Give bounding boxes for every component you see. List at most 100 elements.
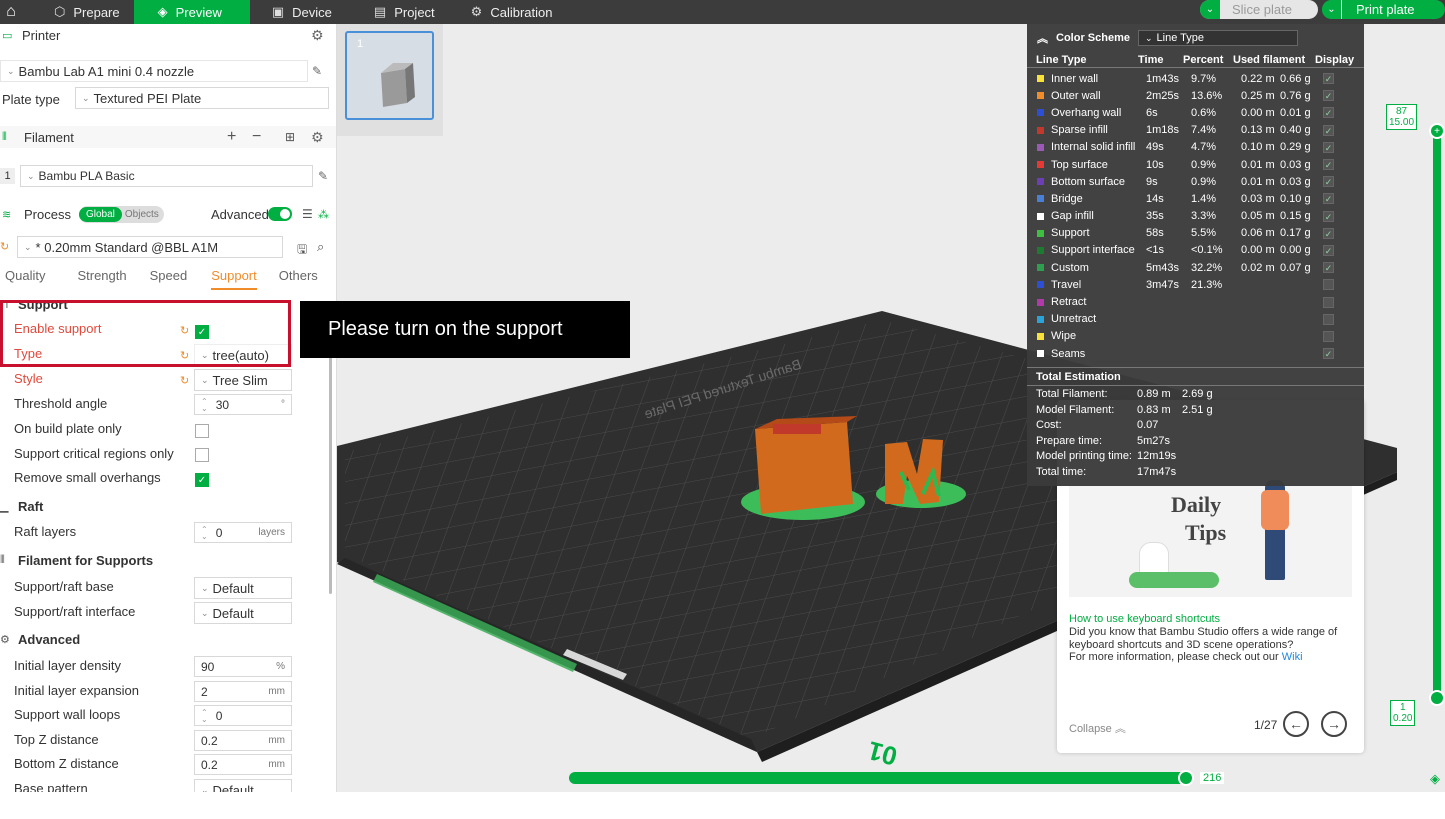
advanced-toggle[interactable] (268, 207, 292, 221)
display-checkbox[interactable]: ✓ (1323, 141, 1334, 153)
enable-support-checkbox[interactable]: ✓ (195, 325, 209, 339)
support-type-select[interactable]: ⌄ tree(auto) (194, 344, 292, 366)
vertical-slider-bottom-thumb[interactable] (1429, 690, 1445, 706)
display-checkbox[interactable]: ✓ (1323, 176, 1334, 188)
display-checkbox[interactable]: ✓ (1323, 262, 1334, 274)
tab-calibration[interactable]: ⚙ Calibration (457, 0, 567, 24)
raft-interface-select[interactable]: ⌄ Default (194, 602, 292, 624)
tab-prepare[interactable]: ⬡ Prepare (40, 0, 134, 24)
display-checkbox[interactable]: ✓ (1323, 107, 1334, 119)
build-plate-only-checkbox[interactable] (195, 424, 209, 438)
print-plate-button[interactable]: ⌄ Print plate (1322, 0, 1445, 19)
raft-base-select[interactable]: ⌄ Default (194, 577, 292, 599)
critical-regions-checkbox[interactable] (195, 448, 209, 462)
support-wall-loops-input[interactable]: ⌃ ⌄ 0 (194, 705, 292, 726)
process-preset-select[interactable]: ⌄ * 0.20mm Standard @BBL A1M (17, 236, 283, 258)
reset-icon[interactable]: ↻ (180, 374, 189, 387)
edit-icon[interactable]: ✎ (312, 64, 322, 78)
collapse-icon[interactable]: ︽ (1037, 30, 1048, 46)
tab-device[interactable]: ▣ Device (258, 0, 346, 24)
tab-speed[interactable]: Speed (150, 268, 188, 290)
display-checkbox[interactable]: ✓ (1323, 73, 1334, 85)
home-icon[interactable]: ⌂ (0, 0, 22, 24)
add-icon[interactable]: + (227, 128, 236, 146)
raft-layers-input[interactable]: ⌃ ⌄ 0 layers (194, 522, 292, 543)
reset-icon[interactable]: ↻ (0, 240, 9, 253)
settings-gear-icon[interactable]: ⚙ (311, 27, 324, 44)
raft-layers-row: Raft layers (14, 524, 77, 539)
display-checkbox[interactable]: ✓ (1323, 244, 1334, 256)
reset-icon[interactable]: ↻ (180, 324, 189, 337)
panel-scrollbar[interactable] (329, 354, 332, 594)
objects-toggle[interactable]: Objects (125, 209, 159, 220)
color-swatch (1037, 298, 1044, 306)
bottom-z-distance-input[interactable]: 0.2 mm (194, 754, 292, 775)
top-z-distance-input[interactable]: 0.2 mm (194, 730, 292, 751)
base-pattern-select[interactable]: ⌄ Default (194, 779, 292, 792)
edit-icon[interactable]: ✎ (318, 169, 328, 183)
layers-icon[interactable]: ◈ (1430, 771, 1440, 787)
tab-preview[interactable]: ◈ Preview (133, 0, 250, 24)
stepper-icon[interactable]: ⌃ ⌄ (201, 397, 208, 412)
prev-tip-button[interactable]: ← (1283, 711, 1309, 737)
global-toggle[interactable]: Global (79, 206, 122, 222)
legend-row: Sparse infill 1m18s 7.4% 0.13 m 0.40 g ✓ (1027, 122, 1364, 139)
tab-support[interactable]: Support (211, 268, 257, 290)
display-checkbox[interactable] (1323, 313, 1334, 325)
filament-select[interactable]: ⌄ Bambu PLA Basic (20, 165, 313, 187)
printer-select[interactable]: ⌄ Bambu Lab A1 mini 0.4 nozzle (0, 60, 308, 82)
slice-plate-button[interactable]: ⌄ Slice plate (1200, 0, 1318, 19)
initial-layer-density-input[interactable]: 90% (194, 656, 292, 677)
list-icon[interactable]: ☰ (302, 207, 313, 221)
collapse-button[interactable]: Collapse ︽ (1069, 720, 1126, 736)
tab-project[interactable]: ▤ Project (360, 0, 449, 24)
plate-type-select[interactable]: ⌄ Textured PEI Plate (75, 87, 329, 109)
tab-strength[interactable]: Strength (77, 268, 126, 290)
support-style-select[interactable]: ⌄ Tree Slim (194, 369, 292, 391)
line-type-time: 58s (1146, 227, 1164, 240)
estimation-value: 0.83 m (1137, 403, 1171, 416)
reset-icon[interactable]: ↻ (180, 349, 189, 362)
tip-title-link[interactable]: How to use keyboard shortcuts (1069, 613, 1220, 625)
support-style-row: Style (14, 371, 43, 386)
compare-icon[interactable]: ⁂ (318, 208, 329, 221)
tab-quality[interactable]: Quality (5, 268, 45, 290)
next-tip-button[interactable]: → (1321, 711, 1347, 737)
initial-layer-expansion-input[interactable]: 2 mm (194, 681, 292, 702)
display-checkbox[interactable]: ✓ (1323, 90, 1334, 102)
vertical-slider-top-thumb[interactable]: + (1429, 123, 1445, 139)
vertical-layer-slider[interactable] (1433, 130, 1441, 698)
cube-icon: ⬡ (54, 4, 66, 19)
line-type-name: Unretract (1051, 313, 1097, 326)
wiki-link[interactable]: Wiki (1282, 651, 1303, 663)
chevron-down-icon[interactable]: ⌄ (1200, 0, 1220, 19)
horizontal-slider-thumb[interactable] (1178, 770, 1194, 786)
display-checkbox[interactable] (1323, 296, 1334, 308)
horizontal-layer-slider[interactable] (569, 772, 1187, 784)
project-icon: ▤ (373, 4, 387, 19)
display-checkbox[interactable] (1323, 279, 1334, 291)
stepper-icon[interactable]: ⌃ ⌄ (201, 525, 208, 540)
display-checkbox[interactable]: ✓ (1323, 124, 1334, 136)
save-icon[interactable]: 🖫 (297, 240, 307, 261)
line-type-select[interactable]: ⌄ Line Type (1137, 30, 1298, 46)
legend-row: Support 58s 5.5% 0.06 m 0.17 g ✓ (1027, 225, 1364, 242)
display-checkbox[interactable]: ✓ (1323, 210, 1334, 222)
display-checkbox[interactable]: ✓ (1323, 159, 1334, 171)
plate-thumbnail[interactable]: 1 (345, 31, 434, 120)
display-checkbox[interactable]: ✓ (1323, 193, 1334, 205)
remove-icon[interactable]: − (252, 128, 261, 146)
threshold-angle-input[interactable]: ⌃ ⌄ 30 ° (194, 394, 292, 415)
display-checkbox[interactable]: ✓ (1323, 227, 1334, 239)
chevron-down-icon[interactable]: ⌄ (1322, 0, 1342, 19)
global-objects-toggle[interactable]: Global Objects (79, 205, 164, 223)
stepper-icon[interactable]: ⌃ ⌄ (201, 708, 208, 723)
display-checkbox[interactable] (1323, 330, 1334, 342)
search-icon[interactable]: ⌕ (317, 239, 324, 255)
tab-others[interactable]: Others (279, 268, 318, 290)
filament-sync-icon[interactable]: ⊞ (285, 130, 295, 144)
remove-small-overhangs-checkbox[interactable]: ✓ (195, 473, 209, 487)
filament-settings-icon[interactable]: ⚙ (311, 129, 324, 146)
display-checkbox[interactable]: ✓ (1323, 348, 1334, 360)
color-swatch (1037, 212, 1044, 220)
